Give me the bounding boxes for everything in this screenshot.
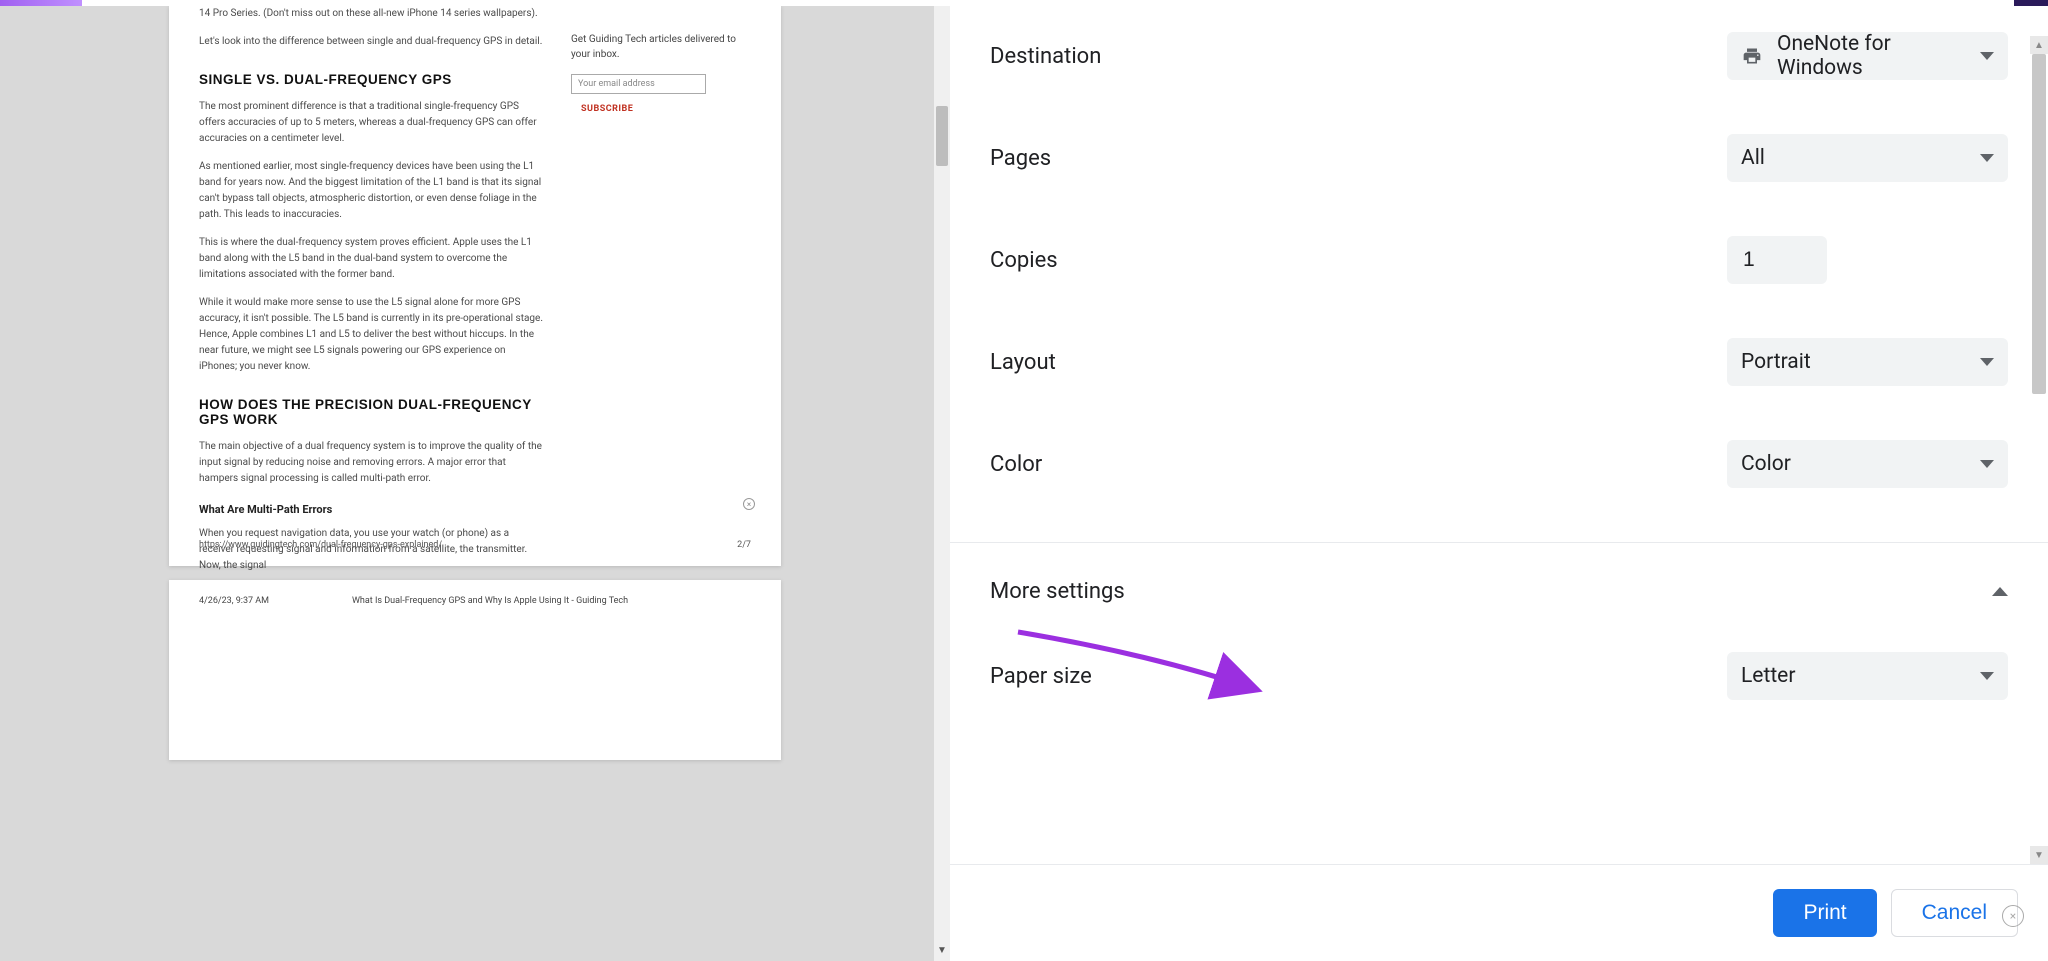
close-icon: × — [743, 498, 755, 510]
color-dropdown[interactable]: Color — [1727, 440, 2008, 488]
paper-size-dropdown[interactable]: Letter — [1727, 652, 2008, 700]
printer-icon — [1741, 46, 1763, 66]
pages-value: All — [1741, 146, 1966, 170]
paragraph: As mentioned earlier, most single-freque… — [199, 159, 544, 223]
scrollbar-thumb[interactable] — [936, 106, 948, 166]
print-button[interactable]: Print — [1773, 889, 1876, 937]
divider — [950, 542, 2048, 543]
paragraph: While it would make more sense to use th… — [199, 295, 544, 375]
chevron-down-icon — [1980, 460, 1994, 468]
close-icon[interactable]: × — [2002, 905, 2024, 927]
preview-page-1: 14 Pro Series. (Don't miss out on these … — [169, 6, 781, 566]
email-input-preview: Your email address — [571, 74, 706, 94]
paragraph: The main objective of a dual frequency s… — [199, 439, 544, 487]
paper-size-value: Letter — [1741, 664, 1966, 688]
dialog-footer: Print Cancel — [950, 864, 2048, 961]
scroll-down-icon[interactable]: ▼ — [936, 945, 948, 959]
chevron-down-icon — [1980, 672, 1994, 680]
paragraph: 14 Pro Series. (Don't miss out on these … — [199, 6, 544, 22]
preview-scrollbar[interactable]: ▼ — [934, 6, 950, 961]
destination-dropdown[interactable]: OneNote for Windows — [1727, 32, 2008, 80]
heading-how-does: HOW DOES THE PRECISION DUAL-FREQUENCY GP… — [199, 397, 544, 427]
layout-value: Portrait — [1741, 350, 1966, 374]
scroll-up-icon[interactable]: ▲ — [2030, 36, 2048, 54]
color-value: Color — [1741, 452, 1966, 476]
copies-label: Copies — [990, 248, 1058, 273]
copies-input[interactable] — [1727, 236, 1827, 284]
chevron-down-icon — [1980, 154, 1994, 162]
color-label: Color — [990, 452, 1042, 477]
pages-label: Pages — [990, 146, 1051, 171]
destination-label: Destination — [990, 44, 1101, 69]
more-settings-label: More settings — [990, 579, 1125, 604]
subheading-multipath: What Are Multi-Path Errors — [199, 503, 544, 516]
paragraph: When you request navigation data, you us… — [199, 526, 544, 574]
print-preview-pane: 14 Pro Series. (Don't miss out on these … — [0, 6, 950, 961]
paragraph: Let's look into the difference between s… — [199, 34, 544, 50]
footer-page-number: 2/7 — [737, 540, 751, 550]
page2-title: What Is Dual-Frequency GPS and Why Is Ap… — [352, 596, 628, 606]
paragraph: The most prominent difference is that a … — [199, 99, 544, 147]
heading-single-vs-dual: SINGLE VS. DUAL-FREQUENCY GPS — [199, 72, 544, 87]
sidebar-cta-text: Get Guiding Tech articles delivered to y… — [571, 32, 751, 62]
chevron-up-icon — [1992, 587, 2008, 596]
cancel-button[interactable]: Cancel — [1891, 889, 2018, 937]
paper-size-label: Paper size — [990, 664, 1092, 689]
chevron-down-icon — [1980, 52, 1994, 60]
subscribe-label: SUBSCRIBE — [581, 104, 751, 114]
chevron-down-icon — [1980, 358, 1994, 366]
more-settings-toggle[interactable]: More settings — [990, 579, 2008, 604]
paragraph: This is where the dual-frequency system … — [199, 235, 544, 283]
layout-label: Layout — [990, 350, 1056, 375]
panel-scrollbar[interactable]: ▲ ▼ — [2030, 36, 2048, 864]
layout-dropdown[interactable]: Portrait — [1727, 338, 2008, 386]
pages-dropdown[interactable]: All — [1727, 134, 2008, 182]
scroll-down-icon[interactable]: ▼ — [2030, 846, 2048, 864]
page2-date: 4/26/23, 9:37 AM — [199, 596, 269, 606]
print-settings-panel: Destination OneNote for Windows Pages Al… — [950, 6, 2048, 961]
destination-value: OneNote for Windows — [1777, 32, 1966, 80]
scrollbar-thumb[interactable] — [2032, 54, 2046, 394]
preview-page-2: 4/26/23, 9:37 AM What Is Dual-Frequency … — [169, 580, 781, 760]
footer-url: https://www.guidingtech.com/dual-frequen… — [199, 540, 442, 550]
